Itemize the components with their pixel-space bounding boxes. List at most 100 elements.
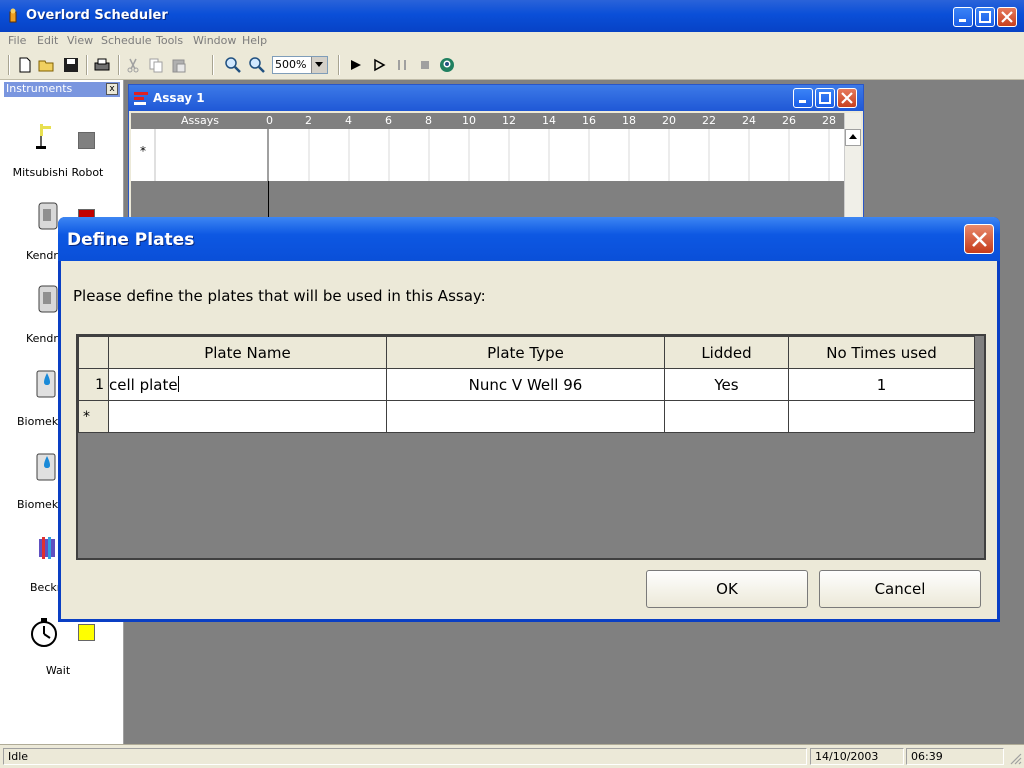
play-icon[interactable] <box>347 56 365 74</box>
zoom-out-icon[interactable] <box>224 56 242 74</box>
minimize-button[interactable] <box>953 7 973 27</box>
menu-edit[interactable]: Edit <box>37 34 58 47</box>
panel-close-button[interactable]: x <box>106 83 118 95</box>
reader-icon <box>39 537 55 559</box>
ok-button[interactable]: OK <box>646 570 808 608</box>
plates-grid[interactable]: Plate Name Plate Type Lidded No Times us… <box>76 334 986 560</box>
minimize-icon <box>799 100 806 103</box>
menu-file[interactable]: File <box>8 34 26 47</box>
times-used-cell[interactable]: 1 <box>788 368 975 401</box>
close-button[interactable] <box>997 7 1017 27</box>
maximize-button[interactable] <box>975 7 995 27</box>
preview-icon[interactable] <box>438 56 456 74</box>
open-folder-icon[interactable] <box>38 56 56 74</box>
minimize-icon <box>959 19 966 22</box>
row-index: 1 <box>78 368 109 401</box>
new-times-used-cell[interactable] <box>788 400 975 433</box>
column-header-plate-type[interactable]: Plate Type <box>386 336 665 369</box>
step-icon[interactable] <box>370 56 388 74</box>
assay-new-row[interactable]: * <box>131 129 844 181</box>
timeline-tick: 24 <box>742 114 756 127</box>
new-lidded-cell[interactable] <box>664 400 789 433</box>
cancel-button[interactable]: Cancel <box>819 570 981 608</box>
assay-close-button[interactable] <box>837 88 857 108</box>
gantt-icon <box>134 92 148 105</box>
new-row-marker: * <box>78 400 109 433</box>
timeline-tick: 18 <box>622 114 636 127</box>
toolbar-separator <box>212 55 214 75</box>
instrument-label: Wait <box>45 664 71 677</box>
new-plate-name-cell[interactable] <box>108 400 387 433</box>
dialog-title-bar: Define Plates <box>58 217 1000 261</box>
assay-minimize-button[interactable] <box>793 88 813 108</box>
plate-type-cell[interactable]: Nunc V Well 96 <box>386 368 665 401</box>
menu-window[interactable]: Window <box>193 34 236 47</box>
zoom-select[interactable]: 500% <box>272 56 328 74</box>
menu-schedule[interactable]: Schedule <box>101 34 152 47</box>
menu-help[interactable]: Help <box>242 34 267 47</box>
instrument-wait[interactable]: Wait <box>0 612 116 692</box>
toolbar: 500% <box>0 50 1024 80</box>
resize-grip-icon[interactable] <box>1008 751 1022 765</box>
timeline-tick: 16 <box>582 114 596 127</box>
table-row[interactable]: 1 cell plate Nunc V Well 96 Yes 1 <box>78 368 975 401</box>
lidded-cell[interactable]: Yes <box>664 368 789 401</box>
robot-arm-icon <box>36 124 51 149</box>
timeline-tick: 0 <box>266 114 273 127</box>
timeline-tick: 2 <box>305 114 312 127</box>
text-cursor <box>177 375 179 392</box>
stop-icon[interactable] <box>416 56 434 74</box>
dialog-close-button[interactable] <box>964 224 994 254</box>
toolbar-separator <box>86 55 88 75</box>
timeline-tick: 6 <box>385 114 392 127</box>
timeline-tick: 12 <box>502 114 516 127</box>
print-icon[interactable] <box>93 56 111 74</box>
app-title: Overlord Scheduler <box>26 8 168 23</box>
plates-header-row: Plate Name Plate Type Lidded No Times us… <box>78 336 975 369</box>
pause-icon[interactable] <box>393 56 411 74</box>
define-plates-dialog: Define Plates Please define the plates t… <box>58 217 1000 622</box>
menu-bar: File Edit View Schedule Tools Window Hel… <box>0 32 1024 50</box>
plate-name-cell[interactable]: cell plate <box>108 368 387 401</box>
toolbar-separator <box>338 55 340 75</box>
cut-icon[interactable] <box>124 56 142 74</box>
close-icon <box>1001 11 1013 23</box>
close-icon <box>972 232 987 247</box>
assay-maximize-button[interactable] <box>815 88 835 108</box>
column-header-lidded[interactable]: Lidded <box>664 336 789 369</box>
incubator-icon <box>38 285 58 313</box>
liquid-handler-icon <box>36 453 56 481</box>
instrument-color-swatch <box>78 132 95 149</box>
dialog-prompt: Please define the plates that will be us… <box>73 287 486 305</box>
arrow-up-icon <box>849 134 857 139</box>
zoom-in-icon[interactable] <box>248 56 266 74</box>
timeline-tick: 20 <box>662 114 676 127</box>
plate-name-value: cell plate <box>109 375 178 394</box>
new-plate-type-cell[interactable] <box>386 400 665 433</box>
zoom-value: 500% <box>275 58 307 71</box>
plates-table: Plate Name Plate Type Lidded No Times us… <box>78 336 975 433</box>
copy-icon[interactable] <box>147 56 165 74</box>
column-header-plate-name[interactable]: Plate Name <box>108 336 387 369</box>
row-header-corner <box>78 336 109 369</box>
new-row[interactable]: * <box>78 400 975 433</box>
liquid-handler-icon <box>36 370 56 398</box>
new-file-icon[interactable] <box>16 56 34 74</box>
status-text: Idle <box>3 748 807 765</box>
save-icon[interactable] <box>62 56 80 74</box>
app-icon <box>9 8 17 23</box>
timeline-tick: 4 <box>345 114 352 127</box>
dialog-title: Define Plates <box>67 230 195 250</box>
instrument-mitsubishi-robot[interactable]: Mitsubishi Robot <box>0 114 116 194</box>
menu-view[interactable]: View <box>67 34 93 47</box>
scroll-up-button[interactable] <box>845 129 861 146</box>
instrument-label: Mitsubishi Robot <box>12 166 104 179</box>
chevron-down-icon[interactable] <box>311 57 327 73</box>
toolbar-separator <box>8 55 10 75</box>
menu-tools[interactable]: Tools <box>156 34 183 47</box>
timeline-tick: 10 <box>462 114 476 127</box>
status-date: 14/10/2003 <box>810 748 904 765</box>
instrument-color-swatch <box>78 624 95 641</box>
paste-icon[interactable] <box>170 56 188 74</box>
column-header-no-times-used[interactable]: No Times used <box>788 336 975 369</box>
